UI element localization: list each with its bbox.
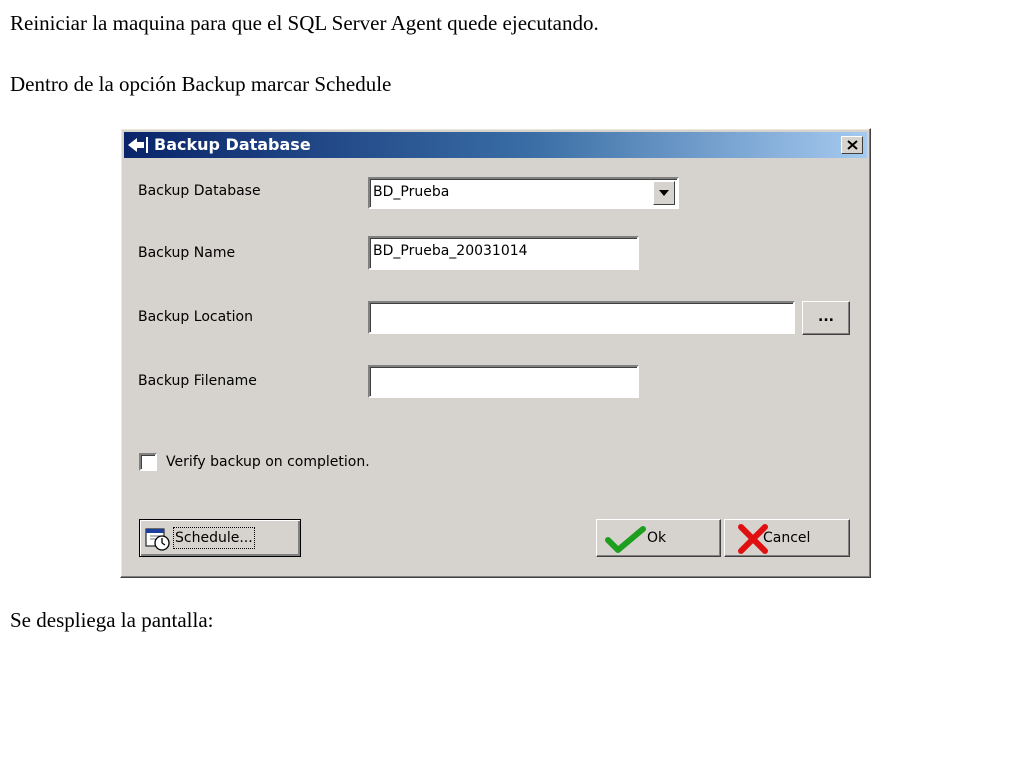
close-icon (847, 140, 858, 150)
instruction-line-restart: Reiniciar la maquina para que el SQL Ser… (10, 11, 599, 35)
backup-database-select[interactable]: BD_Prueba (368, 177, 679, 209)
instruction-line-result: Se despliega la pantalla: (10, 608, 214, 632)
cancel-button-label: Cancel (763, 530, 811, 546)
backup-location-label: Backup Location (138, 309, 253, 325)
backup-name-label: Backup Name (138, 245, 236, 261)
browse-button-label: ... (818, 309, 834, 325)
backup-name-input[interactable]: BD_Prueba_20031014 (368, 236, 639, 270)
backup-name-value: BD_Prueba_20031014 (373, 243, 528, 259)
schedule-button-label: Schedule... (173, 527, 255, 549)
backup-filename-input[interactable] (368, 365, 639, 398)
ok-button-label: Ok (647, 530, 667, 546)
backup-database-value: BD_Prueba (373, 184, 450, 200)
backup-database-label: Backup Database (138, 183, 261, 199)
backup-filename-label: Backup Filename (138, 373, 257, 389)
instruction-line-schedule: Dentro de la opción Backup marcar Schedu… (10, 72, 392, 96)
browse-location-button[interactable]: ... (802, 301, 850, 335)
backup-location-input[interactable] (368, 301, 795, 334)
dialog-title: Backup Database (154, 135, 311, 154)
schedule-button[interactable]: Schedule... (139, 519, 301, 557)
dropdown-arrow-icon (659, 190, 669, 196)
backup-database-dialog: Backup Database Backup Database BD_Prueb… (120, 128, 871, 578)
dialog-titlebar[interactable]: Backup Database (124, 132, 867, 158)
calendar-clock-icon (145, 527, 171, 555)
dropdown-arrow-button[interactable] (653, 181, 675, 205)
verify-backup-label[interactable]: Verify backup on completion. (166, 454, 370, 470)
ok-button[interactable]: Ok (596, 519, 721, 557)
checkmark-icon (605, 526, 647, 558)
cancel-button[interactable]: Cancel (724, 519, 850, 557)
back-arrow-icon (127, 136, 149, 154)
close-button[interactable] (841, 136, 863, 154)
verify-backup-checkbox[interactable] (139, 453, 157, 471)
